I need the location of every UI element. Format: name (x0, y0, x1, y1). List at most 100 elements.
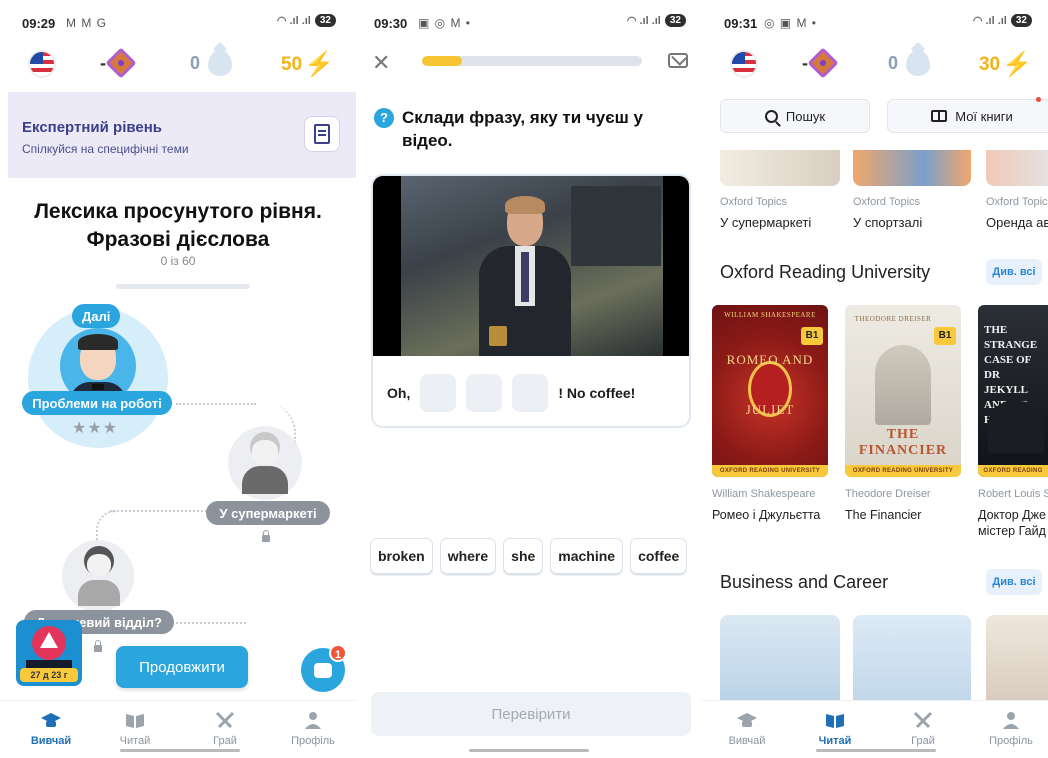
course-card[interactable] (986, 615, 1048, 705)
nav-play[interactable]: Грай (888, 709, 958, 747)
status-time: 09:30 (374, 16, 408, 31)
status-time: 09:31 (724, 16, 758, 31)
chat-button[interactable]: 1 (301, 644, 347, 692)
level-banner[interactable]: Експертний рівень Спілкуйся на специфічн… (8, 92, 356, 178)
search-button[interactable]: Пошук (720, 99, 870, 133)
path-connector (96, 510, 116, 540)
gem-value: - (802, 52, 808, 73)
nav-read[interactable]: Читай (100, 709, 170, 747)
system-icons: ◠ .ıl .ıl 32 (277, 14, 336, 27)
see-all-button[interactable]: Див. всі (986, 259, 1042, 285)
book-cover[interactable]: THE STRANGE CASE OF DR JEKYLL AND MR HYD… (978, 305, 1048, 477)
bottom-nav: Вивчай Читай Грай Профіль (0, 700, 356, 758)
gem-counter[interactable]: - (100, 47, 137, 79)
topic-thumbnail[interactable] (853, 150, 971, 186)
gem-icon (105, 47, 137, 79)
lesson-node-label[interactable]: Проблеми на роботі (22, 391, 172, 415)
nav-play[interactable]: Грай (190, 709, 260, 747)
notification-icons: M M G (66, 16, 107, 30)
graduation-cap-icon (16, 709, 86, 731)
course-card[interactable] (853, 615, 971, 705)
course-card[interactable] (720, 615, 840, 705)
word-bank: broken where she machine coffee (370, 538, 688, 574)
series-label: OXFORD READING UNIVERSITY (845, 465, 961, 477)
exercise-progress-fill (422, 56, 462, 66)
my-books-button[interactable]: Мої книги (887, 99, 1048, 133)
gem-counter[interactable]: - (802, 47, 839, 79)
path-connector (176, 403, 256, 405)
energy-counter[interactable]: 50 ⚡ (281, 50, 334, 79)
energy-value: 30 (978, 53, 1001, 75)
word-chip[interactable]: machine (550, 538, 624, 574)
section-title: Business and Career (720, 572, 889, 592)
wifi-signal-icon: ◠ .ıl .ıl (276, 15, 311, 27)
book-cover[interactable]: WILLIAM SHAKESPEARE ROMEO AND JULIET B1 … (712, 305, 828, 477)
video-person (479, 196, 571, 356)
continue-button[interactable]: Продовжити (116, 646, 248, 688)
book-title[interactable]: The Financier (845, 507, 921, 523)
book-title[interactable]: Ромео і Джульєтта (712, 507, 820, 523)
book-open-icon (931, 110, 948, 122)
cover-title: ROMEO AND JULIET (726, 352, 814, 417)
book-button[interactable] (304, 116, 340, 152)
see-all-button[interactable]: Див. всі (986, 569, 1042, 595)
level-subtitle: Спілкуйся на специфічні теми (22, 142, 189, 156)
gem-icon (807, 47, 839, 79)
topic-thumbnail[interactable] (720, 150, 840, 186)
nav-profile[interactable]: Профіль (278, 709, 348, 747)
topic-name[interactable]: У супермаркеті (720, 215, 811, 230)
top-stats-bar: - 0 50 ⚡ (0, 46, 356, 86)
notification-icons: ◎ ▣ M • (764, 16, 818, 30)
word-chip[interactable]: broken (370, 538, 433, 574)
help-icon[interactable]: ? (374, 108, 394, 128)
lesson-node-label[interactable]: У супермаркеті (206, 501, 330, 525)
book-title[interactable]: Доктор Дже містер Гайд (978, 507, 1046, 539)
topic-name[interactable]: Оренда ав (986, 215, 1048, 230)
drop-icon (906, 50, 931, 76)
lightning-icon: ⚡ (304, 51, 334, 78)
close-icon[interactable]: ✕ (372, 50, 390, 76)
topic-name[interactable]: У спортзалі (853, 215, 922, 230)
word-chip[interactable]: she (503, 538, 544, 574)
nav-read[interactable]: Читай (800, 709, 870, 747)
language-flag-icon[interactable] (28, 50, 56, 78)
book-cover[interactable]: THEODORE DREISER THE FINANCIER B1 OXFORD… (845, 305, 961, 477)
question-text: Склади фразу, яку ти чуєш у відео. (402, 108, 643, 150)
mail-icon[interactable] (668, 53, 688, 68)
swords-icon (888, 709, 958, 731)
nav-learn-label: Вивчай (728, 735, 766, 747)
lightning-icon: ⚡ (1002, 51, 1032, 78)
chat-badge: 1 (329, 644, 347, 662)
streak-counter[interactable]: 0 (190, 50, 233, 76)
lesson-title-line1: Лексика просунутого рівня. (34, 200, 322, 223)
word-chip[interactable]: where (439, 538, 497, 574)
nav-learn[interactable]: Вивчай (16, 709, 86, 747)
lesson-title: Лексика просунутого рівня. Фразові дієсл… (0, 198, 356, 254)
drop-icon (208, 50, 233, 76)
word-chip[interactable]: coffee (630, 538, 688, 574)
video-player[interactable] (373, 176, 689, 356)
energy-counter[interactable]: 30 ⚡ (979, 50, 1032, 79)
gem-value: - (100, 52, 106, 73)
nav-profile[interactable]: Профіль (976, 709, 1046, 747)
answer-slot[interactable] (420, 374, 457, 412)
promo-event-card[interactable]: 27 д 23 г (16, 620, 82, 686)
path-connector (110, 510, 210, 512)
status-bar: 09:30 ▣ ◎ M • ◠ .ıl .ıl 32 (356, 0, 702, 42)
answer-slot[interactable] (466, 374, 503, 412)
cover-author: THEODORE DREISER (854, 315, 932, 323)
language-flag-icon[interactable] (730, 50, 758, 78)
background-figure (571, 186, 661, 266)
cover-author: WILLIAM SHAKESPEARE (724, 311, 816, 319)
topic-thumbnail[interactable] (986, 150, 1048, 186)
streak-counter[interactable]: 0 (888, 50, 931, 76)
battery-icon: 32 (314, 14, 336, 27)
search-label: Пошук (785, 108, 826, 124)
check-button[interactable]: Перевірити (371, 692, 691, 736)
level-badge: B1 (801, 327, 823, 345)
answer-slot[interactable] (512, 374, 549, 412)
nav-learn[interactable]: Вивчай (712, 709, 782, 747)
video-frame (401, 176, 663, 356)
lock-icon (262, 530, 270, 542)
level-badge: B1 (934, 327, 956, 345)
